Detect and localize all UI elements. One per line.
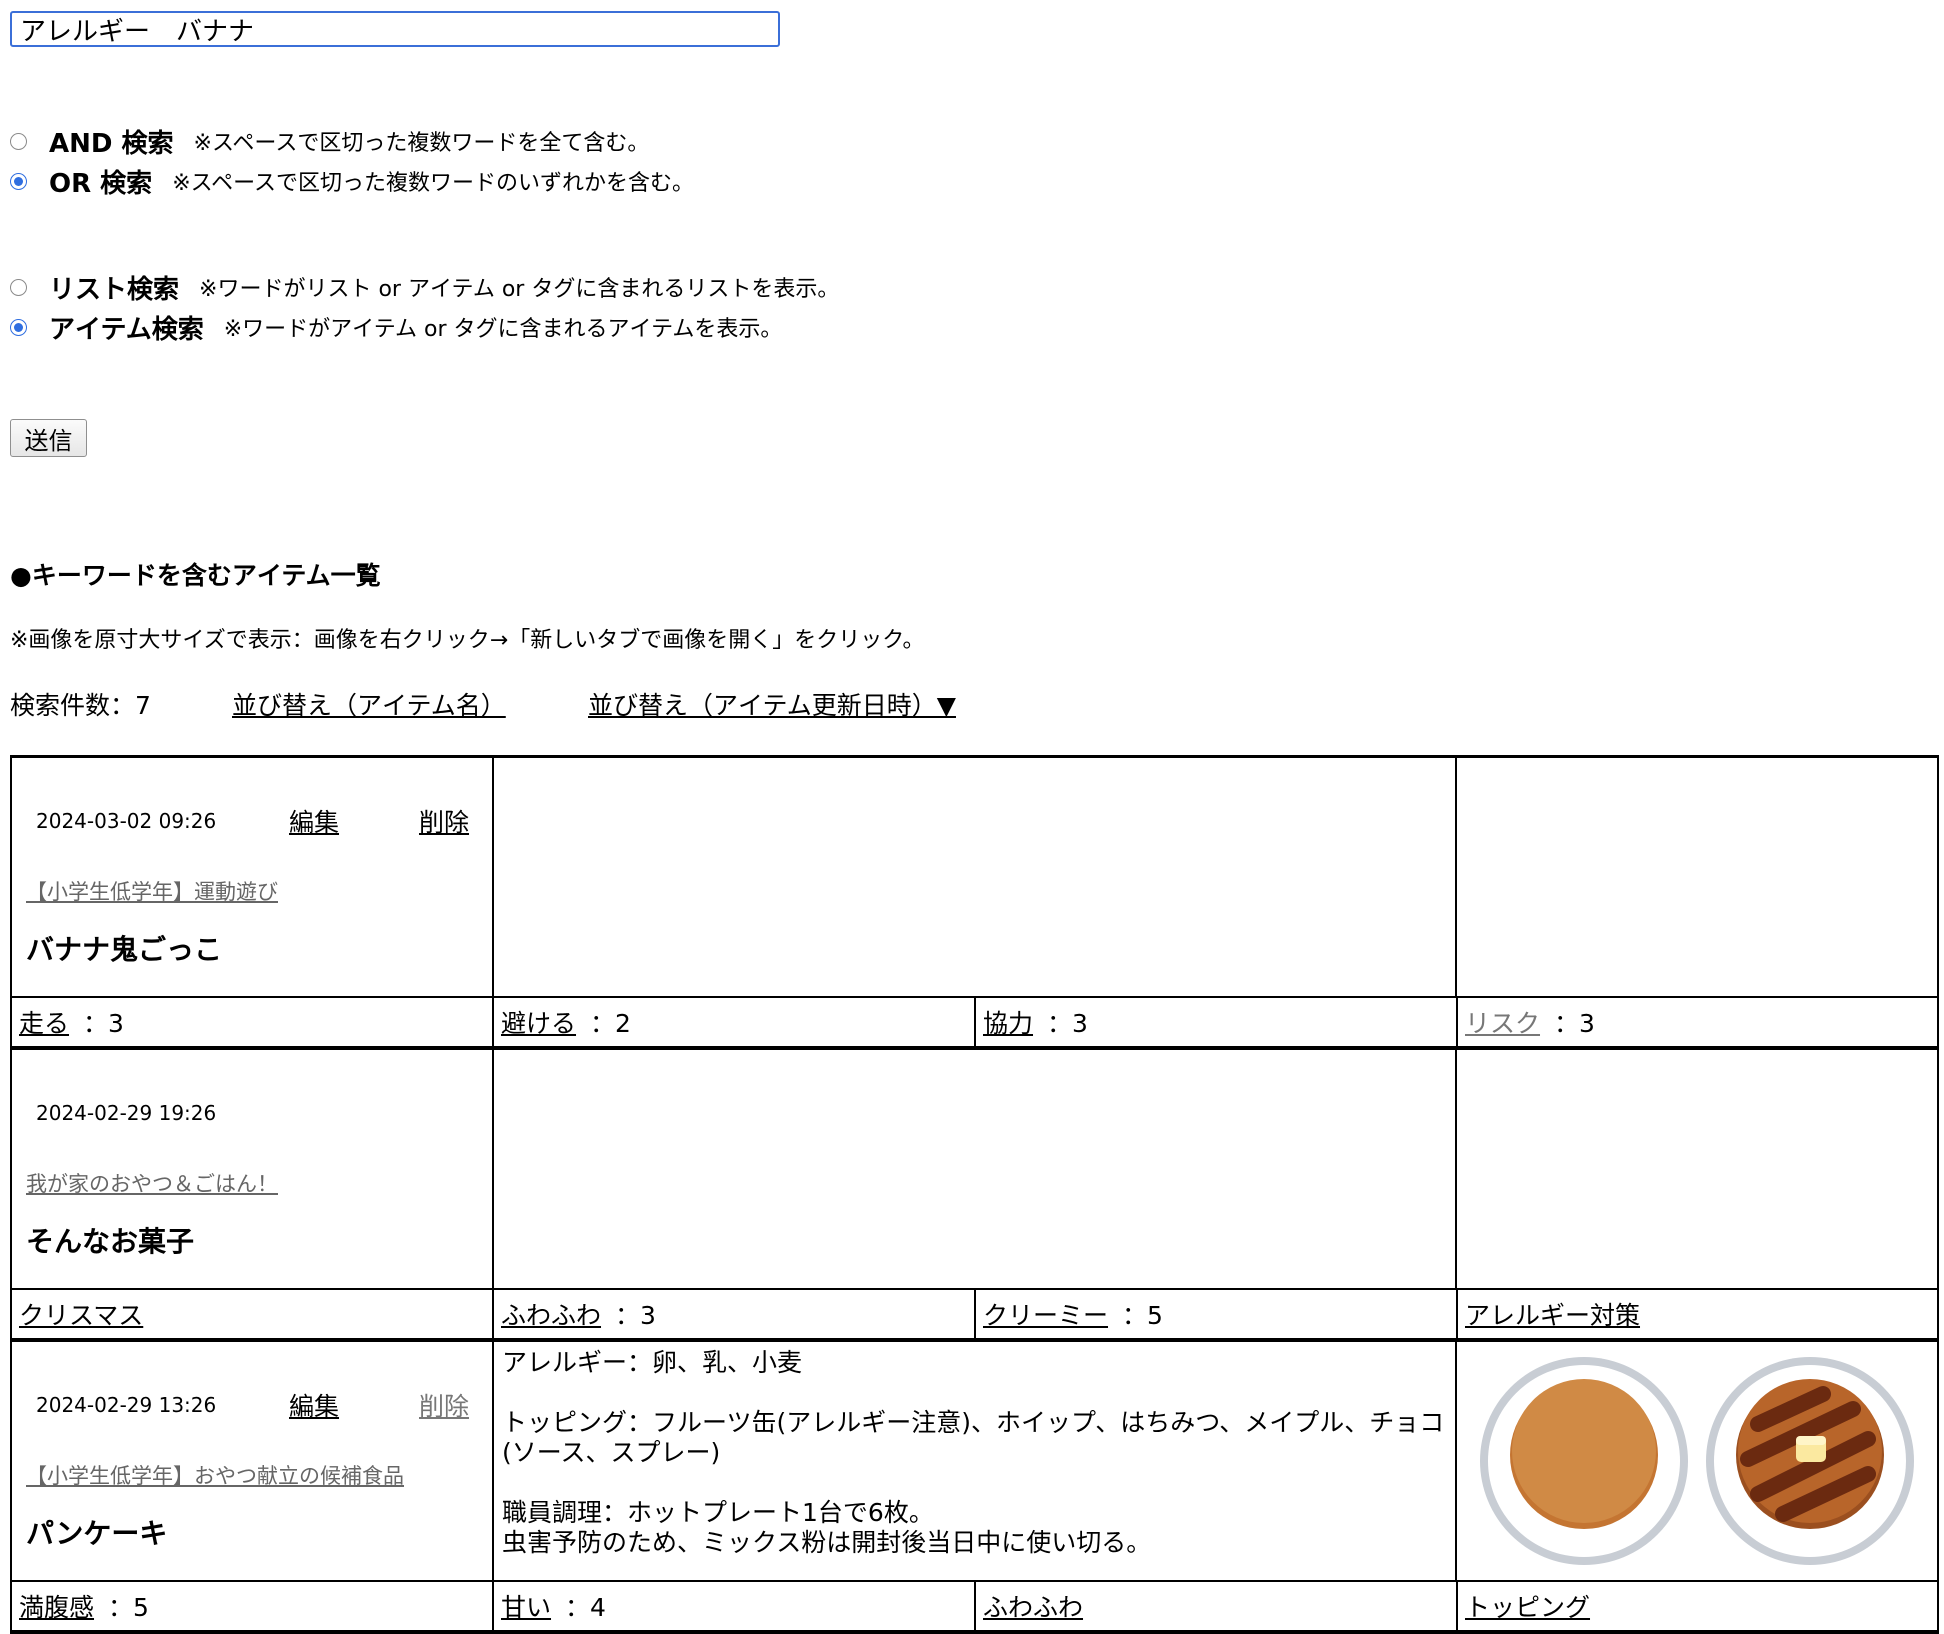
result-count: 検索件数：7 bbox=[10, 691, 151, 720]
item-date: 2024-03-02 09:26 bbox=[36, 809, 217, 833]
delete-link[interactable]: 削除 bbox=[419, 1387, 469, 1423]
search-scope-option[interactable]: アイテム検索 ※ワードがアイテム or タグに含まれるアイテムを表示。 bbox=[10, 307, 782, 347]
pancake-chocolate-icon bbox=[1706, 1357, 1914, 1565]
tag-score: ：3 bbox=[1554, 1009, 1595, 1038]
tag-link[interactable]: 満腹感 bbox=[19, 1588, 94, 1624]
tag-score: ：5 bbox=[108, 1593, 149, 1622]
match-mode-radio[interactable] bbox=[10, 132, 27, 150]
tag-link[interactable]: トッピング bbox=[1465, 1588, 1590, 1624]
tag-cell: 走る ：3 bbox=[10, 998, 492, 1046]
edit-link[interactable]: 編集 bbox=[289, 803, 419, 839]
match-mode-option[interactable]: AND 検索 ※スペースで区切った複数ワードを全て含む。 bbox=[10, 121, 649, 161]
match-mode-option-note: ※スペースで区切った複数ワードのいずれかを含む。 bbox=[172, 171, 694, 196]
search-scope-option[interactable]: リスト検索 ※ワードがリスト or アイテム or タグに含まれるリストを表示。 bbox=[10, 267, 839, 307]
result-item: 2024-03-02 09:26 編集 削除【小学生低学年】運動遊び バナナ鬼ごっこ走… bbox=[10, 758, 1939, 1050]
item-description-line: 職員調理：ホットプレート1台で6枚。 bbox=[502, 1498, 934, 1527]
search-scope-option-label: リスト検索 bbox=[49, 274, 180, 305]
item-title: バナナ鬼ごっこ bbox=[26, 933, 223, 966]
item-info-cell: 2024-02-29 19:26 我が家のおやつ＆ごはん！ そんなお菓子 bbox=[10, 1050, 492, 1288]
item-info-cell: 2024-03-02 09:26 編集 削除【小学生低学年】運動遊び バナナ鬼ごっこ bbox=[10, 758, 492, 996]
result-item-main: 2024-02-29 13:26 編集 削除【小学生低学年】おやつ献立の候補食品 パン… bbox=[10, 1342, 1939, 1580]
tag-cell: トッピング bbox=[1456, 1582, 1939, 1630]
tag-cell: ふわふわ bbox=[974, 1582, 1456, 1630]
search-scope-option-note: ※ワードがリスト or アイテム or タグに含まれるリストを表示。 bbox=[199, 277, 840, 302]
item-tags-row: 走る ：3 避ける ：2 協力 ：3 リスク ：3 bbox=[10, 996, 1939, 1046]
tag-cell: リスク ：3 bbox=[1456, 998, 1939, 1046]
tag-link[interactable]: 甘い bbox=[501, 1588, 551, 1624]
item-description-cell bbox=[492, 758, 1455, 996]
tag-link[interactable]: 避ける bbox=[501, 1004, 576, 1040]
section-heading: ●キーワードを含むアイテム一覧 bbox=[10, 561, 381, 590]
result-item-main: 2024-03-02 09:26 編集 削除【小学生低学年】運動遊び バナナ鬼ごっこ bbox=[10, 758, 1939, 996]
tag-cell: 甘い ：4 bbox=[492, 1582, 974, 1630]
pancake-plain-icon bbox=[1480, 1357, 1688, 1565]
tag-cell: クリスマス bbox=[10, 1290, 492, 1338]
search-scope-option-label: アイテム検索 bbox=[49, 314, 204, 345]
tag-score: ：3 bbox=[83, 1009, 124, 1038]
item-date: 2024-02-29 19:26 bbox=[36, 1101, 217, 1125]
tag-link[interactable]: 走る bbox=[19, 1004, 69, 1040]
item-description-line: アレルギー：卵、乳、小麦 bbox=[502, 1348, 803, 1377]
tag-link[interactable]: クリスマス bbox=[19, 1296, 143, 1332]
edit-link[interactable]: 編集 bbox=[289, 1387, 419, 1423]
result-item: 2024-02-29 19:26 我が家のおやつ＆ごはん！ そんなお菓子クリスマス ふ… bbox=[10, 1050, 1939, 1342]
item-description-cell: アレルギー：卵、乳、小麦 トッピング：フルーツ缶(アレルギー注意)、ホイップ、は… bbox=[492, 1342, 1455, 1580]
match-mode-option-label: OR 検索 bbox=[49, 168, 153, 199]
item-date: 2024-02-29 13:26 bbox=[36, 1393, 217, 1417]
tag-cell: クリーミー ：5 bbox=[974, 1290, 1456, 1338]
tag-score: ：2 bbox=[590, 1009, 631, 1038]
item-images-cell bbox=[1455, 1050, 1939, 1288]
item-tags-row: 満腹感 ：5 甘い ：4 ふわふわ トッピング bbox=[10, 1580, 1939, 1630]
tag-link[interactable]: リスク bbox=[1465, 1004, 1540, 1040]
tag-cell: ふわふわ ：3 bbox=[492, 1290, 974, 1338]
match-mode-option[interactable]: OR 検索 ※スペースで区切った複数ワードのいずれかを含む。 bbox=[10, 161, 694, 201]
search-scope-radio[interactable] bbox=[10, 318, 27, 336]
item-meta-row: 2024-02-29 13:26 編集 削除 bbox=[36, 1387, 478, 1423]
tag-score: ：3 bbox=[1047, 1009, 1088, 1038]
delete-link[interactable]: 削除 bbox=[419, 803, 469, 839]
item-description-line: トッピング：フルーツ缶(アレルギー注意)、ホイップ、はちみつ、メイプル、チョコ(… bbox=[502, 1408, 1445, 1467]
item-list-link[interactable]: 【小学生低学年】運動遊び bbox=[26, 876, 278, 906]
sort-by-name-link[interactable]: 並び替え（アイテム名） bbox=[232, 686, 506, 722]
tag-link[interactable]: ふわふわ bbox=[501, 1296, 601, 1332]
tag-cell: 協力 ：3 bbox=[974, 998, 1456, 1046]
result-item: 2024-02-29 13:26 編集 削除【小学生低学年】おやつ献立の候補食品 パン… bbox=[10, 1342, 1939, 1634]
search-scope-radio[interactable] bbox=[10, 278, 27, 296]
item-meta-row: 2024-03-02 09:26 編集 削除 bbox=[36, 803, 478, 839]
tag-score: ：4 bbox=[565, 1593, 606, 1622]
result-item-main: 2024-02-29 19:26 我が家のおやつ＆ごはん！ そんなお菓子 bbox=[10, 1050, 1939, 1288]
tag-link[interactable]: 協力 bbox=[983, 1004, 1033, 1040]
tag-cell: アレルギー対策 bbox=[1456, 1290, 1939, 1338]
item-list-link[interactable]: 【小学生低学年】おやつ献立の候補食品 bbox=[26, 1460, 404, 1490]
item-meta-row: 2024-02-29 19:26 bbox=[36, 1098, 478, 1128]
tag-score: ：3 bbox=[615, 1301, 656, 1330]
item-title: パンケーキ bbox=[26, 1517, 168, 1550]
match-mode-option-note: ※スペースで区切った複数ワードを全て含む。 bbox=[193, 131, 650, 156]
match-mode-radio[interactable] bbox=[10, 172, 27, 190]
results-table: 2024-03-02 09:26 編集 削除 【小学生低学年】運動遊び バナナ鬼ごっこ走… bbox=[10, 755, 1939, 1634]
tag-cell: 満腹感 ：5 bbox=[10, 1582, 492, 1630]
item-tags-row: クリスマス ふわふわ ：3 クリーミー ：5 アレルギー対策 bbox=[10, 1288, 1939, 1338]
item-images-cell bbox=[1455, 1342, 1939, 1580]
tag-link[interactable]: ふわふわ bbox=[983, 1588, 1083, 1624]
item-title: そんなお菓子 bbox=[26, 1225, 195, 1258]
tag-link[interactable]: クリーミー bbox=[983, 1296, 1108, 1332]
tag-score: ：5 bbox=[1122, 1301, 1163, 1330]
search-input[interactable] bbox=[10, 11, 780, 47]
tag-link[interactable]: アレルギー対策 bbox=[1465, 1296, 1640, 1332]
item-description-line: 虫害予防のため、ミックス粉は開封後当日中に使い切る。 bbox=[502, 1528, 1152, 1557]
image-note: ※画像を原寸大サイズで表示：画像を右クリック→「新しいタブで画像を開く」をクリッ… bbox=[10, 628, 925, 653]
tag-cell: 避ける ：2 bbox=[492, 998, 974, 1046]
submit-button[interactable]: 送信 bbox=[10, 419, 87, 457]
item-list-link[interactable]: 我が家のおやつ＆ごはん！ bbox=[26, 1168, 278, 1198]
item-description-line bbox=[502, 1378, 1447, 1408]
item-description-cell bbox=[492, 1050, 1455, 1288]
sort-by-date-link[interactable]: 並び替え（アイテム更新日時）▼ bbox=[588, 686, 956, 722]
item-description-line bbox=[502, 1468, 1447, 1498]
match-mode-option-label: AND 検索 bbox=[49, 128, 174, 159]
item-images-cell bbox=[1455, 758, 1939, 996]
item-info-cell: 2024-02-29 13:26 編集 削除【小学生低学年】おやつ献立の候補食品 パン… bbox=[10, 1342, 492, 1580]
search-scope-option-note: ※ワードがアイテム or タグに含まれるアイテムを表示。 bbox=[223, 317, 783, 342]
